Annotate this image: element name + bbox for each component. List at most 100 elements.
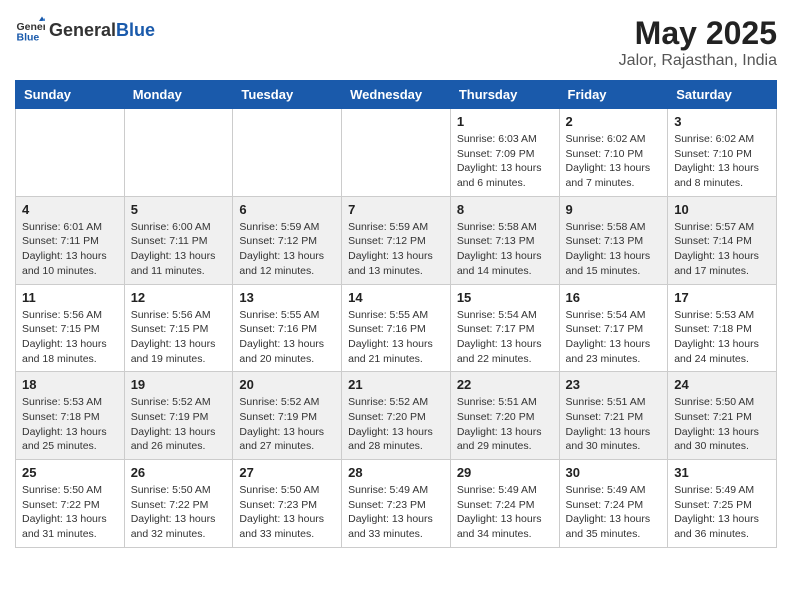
day-number: 21 [348, 377, 444, 392]
day-cell: 22 Sunrise: 5:51 AM Sunset: 7:20 PM Dayli… [450, 372, 559, 460]
day-number: 1 [457, 114, 553, 129]
day-cell: 26 Sunrise: 5:50 AM Sunset: 7:22 PM Dayli… [124, 460, 233, 548]
day-cell: 28 Sunrise: 5:49 AM Sunset: 7:23 PM Dayli… [342, 460, 451, 548]
day-info: Sunrise: 5:59 AM Sunset: 7:12 PM Dayligh… [239, 220, 335, 279]
day-info: Sunrise: 5:49 AM Sunset: 7:25 PM Dayligh… [674, 483, 770, 542]
day-info: Sunrise: 5:56 AM Sunset: 7:15 PM Dayligh… [131, 308, 227, 367]
header-monday: Monday [124, 81, 233, 109]
day-info: Sunrise: 5:55 AM Sunset: 7:16 PM Dayligh… [239, 308, 335, 367]
day-cell: 19Sunrise: 5:52 AM Sunset: 7:19 PM Dayli… [124, 372, 233, 460]
logo-blue: Blue [116, 20, 155, 41]
day-info: Sunrise: 5:58 AM Sunset: 7:13 PM Dayligh… [457, 220, 553, 279]
day-info: Sunrise: 6:03 AM Sunset: 7:09 PM Dayligh… [457, 132, 553, 191]
day-info: Sunrise: 6:02 AM Sunset: 7:10 PM Dayligh… [566, 132, 662, 191]
day-info: Sunrise: 5:55 AM Sunset: 7:16 PM Dayligh… [348, 308, 444, 367]
day-cell: 9 Sunrise: 5:58 AM Sunset: 7:13 PM Daylig… [559, 196, 668, 284]
week-row-3: 11Sunrise: 5:56 AM Sunset: 7:15 PM Dayli… [16, 284, 777, 372]
day-cell: 17Sunrise: 5:53 AM Sunset: 7:18 PM Dayli… [668, 284, 777, 372]
day-info: Sunrise: 5:54 AM Sunset: 7:17 PM Dayligh… [566, 308, 662, 367]
day-info: Sunrise: 5:50 AM Sunset: 7:22 PM Dayligh… [22, 483, 118, 542]
week-row-2: 4Sunrise: 6:01 AM Sunset: 7:11 PM Daylig… [16, 196, 777, 284]
day-cell: 13Sunrise: 5:55 AM Sunset: 7:16 PM Dayli… [233, 284, 342, 372]
logo: General Blue GeneralBlue [15, 15, 155, 45]
header-tuesday: Tuesday [233, 81, 342, 109]
day-info: Sunrise: 5:50 AM Sunset: 7:22 PM Dayligh… [131, 483, 227, 542]
day-info: Sunrise: 5:53 AM Sunset: 7:18 PM Dayligh… [22, 395, 118, 454]
day-info: Sunrise: 5:49 AM Sunset: 7:24 PM Dayligh… [457, 483, 553, 542]
day-cell: 5 Sunrise: 6:00 AM Sunset: 7:11 PM Daylig… [124, 196, 233, 284]
day-cell: 16 Sunrise: 5:54 AM Sunset: 7:17 PM Dayli… [559, 284, 668, 372]
day-info: Sunrise: 5:52 AM Sunset: 7:19 PM Dayligh… [131, 395, 227, 454]
day-number: 27 [239, 465, 335, 480]
day-info: Sunrise: 5:51 AM Sunset: 7:21 PM Dayligh… [566, 395, 662, 454]
day-info: Sunrise: 6:02 AM Sunset: 7:10 PM Dayligh… [674, 132, 770, 191]
day-cell [342, 109, 451, 197]
day-cell [124, 109, 233, 197]
day-cell: 15Sunrise: 5:54 AM Sunset: 7:17 PM Dayli… [450, 284, 559, 372]
day-number: 14 [348, 290, 444, 305]
day-info: Sunrise: 5:51 AM Sunset: 7:20 PM Dayligh… [457, 395, 553, 454]
day-info: Sunrise: 5:53 AM Sunset: 7:18 PM Dayligh… [674, 308, 770, 367]
week-row-1: 1 Sunrise: 6:03 AM Sunset: 7:09 PM Daylig… [16, 109, 777, 197]
day-number: 25 [22, 465, 118, 480]
day-cell: 30 Sunrise: 5:49 AM Sunset: 7:24 PM Dayli… [559, 460, 668, 548]
day-cell: 7Sunrise: 5:59 AM Sunset: 7:12 PM Daylig… [342, 196, 451, 284]
header-wednesday: Wednesday [342, 81, 451, 109]
day-info: Sunrise: 5:49 AM Sunset: 7:24 PM Dayligh… [566, 483, 662, 542]
day-info: Sunrise: 5:50 AM Sunset: 7:21 PM Dayligh… [674, 395, 770, 454]
day-cell: 3 Sunrise: 6:02 AM Sunset: 7:10 PM Daylig… [668, 109, 777, 197]
day-number: 20 [239, 377, 335, 392]
day-cell [16, 109, 125, 197]
day-cell: 4Sunrise: 6:01 AM Sunset: 7:11 PM Daylig… [16, 196, 125, 284]
day-number: 12 [131, 290, 227, 305]
day-info: Sunrise: 5:58 AM Sunset: 7:13 PM Dayligh… [566, 220, 662, 279]
day-info: Sunrise: 5:57 AM Sunset: 7:14 PM Dayligh… [674, 220, 770, 279]
header-sunday: Sunday [16, 81, 125, 109]
day-cell: 25 Sunrise: 5:50 AM Sunset: 7:22 PM Dayli… [16, 460, 125, 548]
day-number: 6 [239, 202, 335, 217]
day-info: Sunrise: 5:54 AM Sunset: 7:17 PM Dayligh… [457, 308, 553, 367]
day-info: Sunrise: 5:56 AM Sunset: 7:15 PM Dayligh… [22, 308, 118, 367]
day-number: 26 [131, 465, 227, 480]
day-info: Sunrise: 5:52 AM Sunset: 7:19 PM Dayligh… [239, 395, 335, 454]
day-number: 28 [348, 465, 444, 480]
day-cell: 12 Sunrise: 5:56 AM Sunset: 7:15 PM Dayli… [124, 284, 233, 372]
header-thursday: Thursday [450, 81, 559, 109]
day-info: Sunrise: 6:00 AM Sunset: 7:11 PM Dayligh… [131, 220, 227, 279]
location-title: Jalor, Rajasthan, India [619, 52, 777, 70]
day-cell: 1 Sunrise: 6:03 AM Sunset: 7:09 PM Daylig… [450, 109, 559, 197]
day-cell: 6 Sunrise: 5:59 AM Sunset: 7:12 PM Daylig… [233, 196, 342, 284]
day-cell [233, 109, 342, 197]
day-cell: 20 Sunrise: 5:52 AM Sunset: 7:19 PM Dayli… [233, 372, 342, 460]
month-title: May 2025 [619, 15, 777, 52]
day-cell: 21 Sunrise: 5:52 AM Sunset: 7:20 PM Dayli… [342, 372, 451, 460]
day-number: 5 [131, 202, 227, 217]
day-number: 8 [457, 202, 553, 217]
day-number: 4 [22, 202, 118, 217]
day-info: Sunrise: 5:50 AM Sunset: 7:23 PM Dayligh… [239, 483, 335, 542]
day-cell: 8 Sunrise: 5:58 AM Sunset: 7:13 PM Daylig… [450, 196, 559, 284]
day-number: 18 [22, 377, 118, 392]
day-cell: 11Sunrise: 5:56 AM Sunset: 7:15 PM Dayli… [16, 284, 125, 372]
day-number: 22 [457, 377, 553, 392]
day-number: 3 [674, 114, 770, 129]
day-cell: 2 Sunrise: 6:02 AM Sunset: 7:10 PM Daylig… [559, 109, 668, 197]
day-number: 2 [566, 114, 662, 129]
day-number: 16 [566, 290, 662, 305]
day-cell: 24Sunrise: 5:50 AM Sunset: 7:21 PM Dayli… [668, 372, 777, 460]
calendar-table: SundayMondayTuesdayWednesdayThursdayFrid… [15, 80, 777, 548]
week-row-5: 25 Sunrise: 5:50 AM Sunset: 7:22 PM Dayli… [16, 460, 777, 548]
day-cell: 29Sunrise: 5:49 AM Sunset: 7:24 PM Dayli… [450, 460, 559, 548]
header-friday: Friday [559, 81, 668, 109]
day-number: 9 [566, 202, 662, 217]
day-info: Sunrise: 5:52 AM Sunset: 7:20 PM Dayligh… [348, 395, 444, 454]
day-number: 7 [348, 202, 444, 217]
day-number: 30 [566, 465, 662, 480]
day-cell: 14 Sunrise: 5:55 AM Sunset: 7:16 PM Dayli… [342, 284, 451, 372]
svg-text:Blue: Blue [17, 32, 40, 44]
day-cell: 31 Sunrise: 5:49 AM Sunset: 7:25 PM Dayli… [668, 460, 777, 548]
day-cell: 18 Sunrise: 5:53 AM Sunset: 7:18 PM Dayli… [16, 372, 125, 460]
day-number: 31 [674, 465, 770, 480]
day-info: Sunrise: 5:49 AM Sunset: 7:23 PM Dayligh… [348, 483, 444, 542]
header-saturday: Saturday [668, 81, 777, 109]
